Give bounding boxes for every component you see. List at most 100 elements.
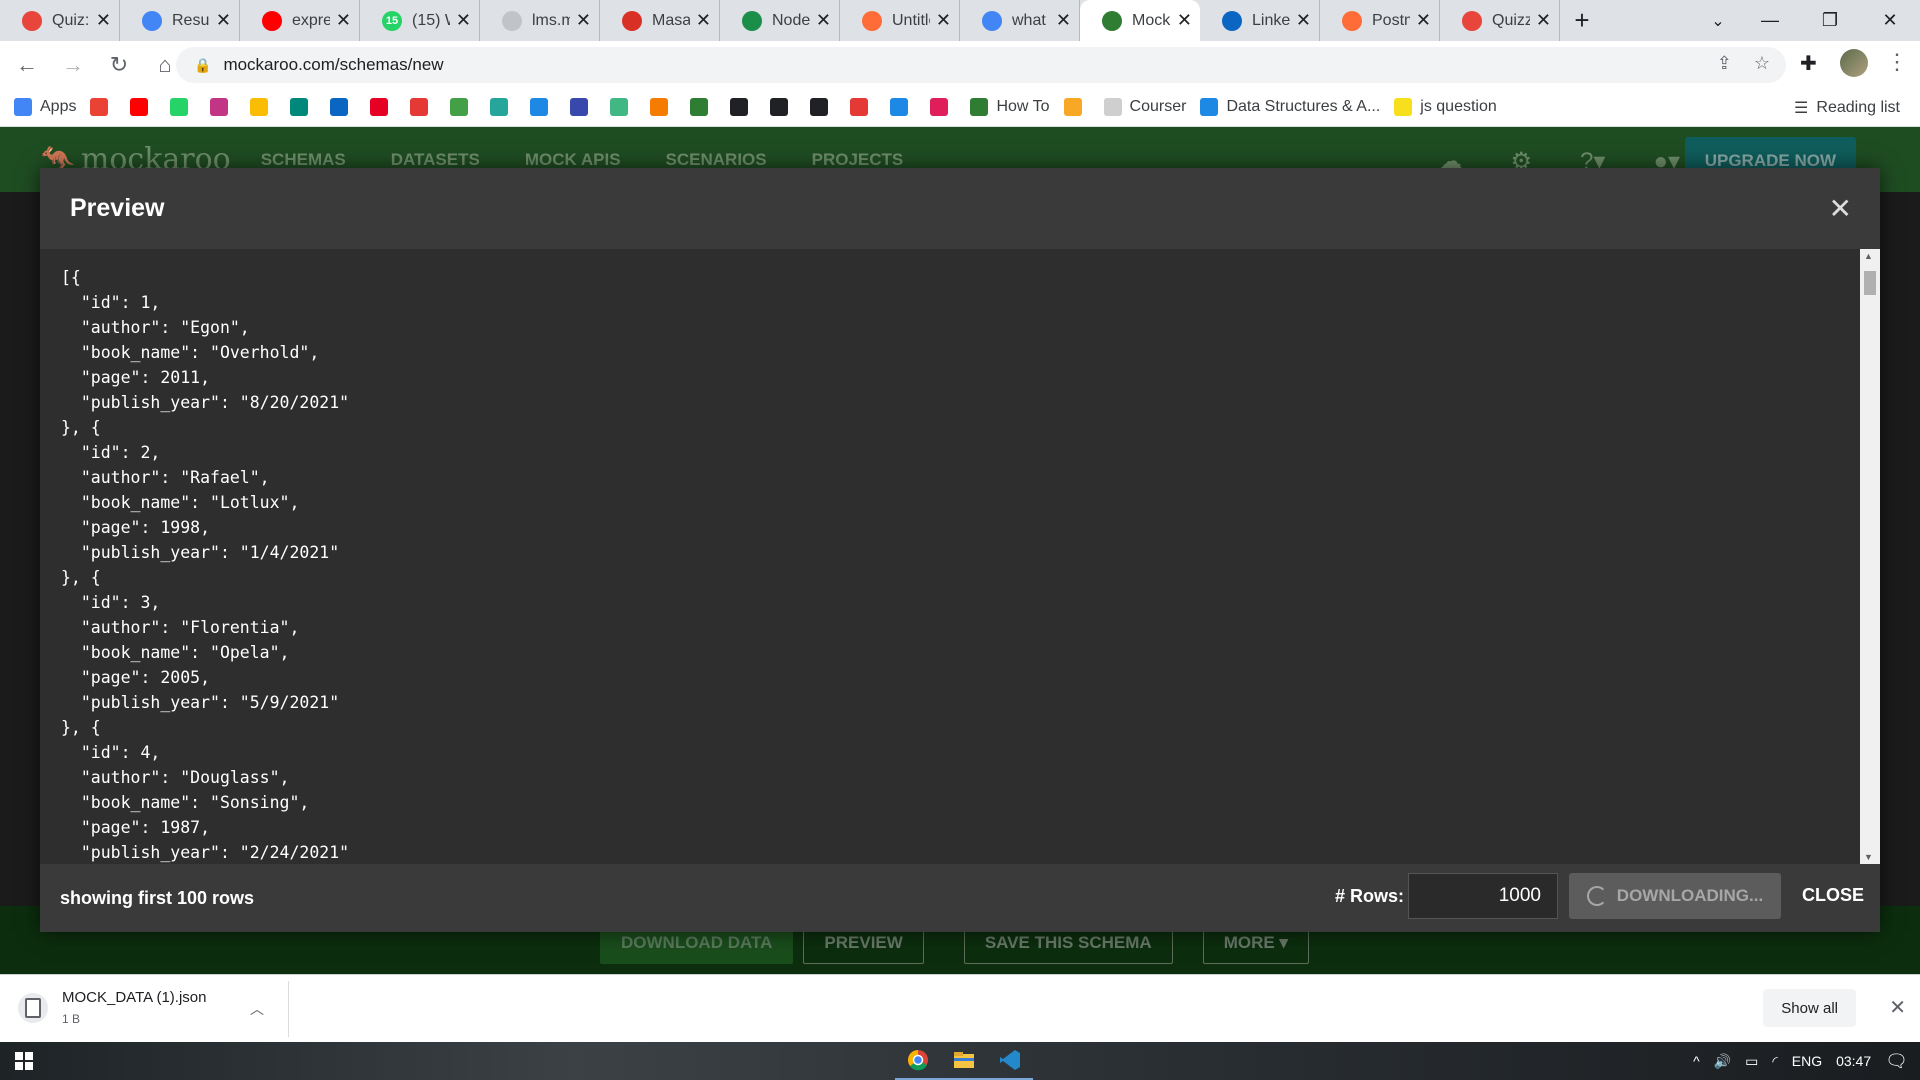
tab-close-icon[interactable]: ✕	[1416, 10, 1431, 31]
tab-close-icon[interactable]: ✕	[1536, 10, 1551, 31]
tab-search-icon[interactable]: ⌄	[1690, 0, 1746, 41]
file-explorer-icon[interactable]	[941, 1042, 987, 1080]
tray-chevron-icon[interactable]: ^	[1693, 1053, 1700, 1069]
chrome-icon[interactable]	[895, 1042, 941, 1080]
close-icon[interactable]: ✕	[1829, 192, 1852, 225]
wifi-icon[interactable]: ◜	[1772, 1053, 1777, 1070]
volume-icon[interactable]: 🔊	[1714, 1053, 1731, 1070]
browser-tab[interactable]: Postm ✕	[1320, 0, 1440, 41]
bookmark-item[interactable]	[610, 98, 636, 116]
bookmark-item[interactable]	[690, 98, 716, 116]
back-icon[interactable]: ←	[8, 46, 46, 84]
modal-footer: showing first 100 rows # Rows: DOWNLOADI…	[40, 864, 1880, 932]
bookmark-item[interactable]	[930, 98, 956, 116]
extensions-icon[interactable]: ✚	[1800, 51, 1817, 76]
share-icon[interactable]: ⇪	[1717, 53, 1732, 74]
browser-menu-icon[interactable]: ⋮	[1886, 49, 1908, 75]
bookmark-item[interactable]	[850, 98, 876, 116]
lock-icon[interactable]: 🔒	[194, 57, 211, 74]
browser-tab[interactable]: Resum ✕	[120, 0, 240, 41]
nav-link[interactable]: MOCK APIS	[525, 150, 621, 170]
bookmark-item[interactable]	[210, 98, 236, 116]
bookmark-item[interactable]: js question	[1394, 98, 1497, 116]
bookmark-item[interactable]	[770, 98, 796, 116]
browser-tab[interactable]: lms.m ✕	[480, 0, 600, 41]
restore-button[interactable]: ❐	[1800, 0, 1860, 41]
nav-link[interactable]: SCHEMAS	[261, 150, 346, 170]
preview-area[interactable]: [{ "id": 1, "author": "Egon", "book_name…	[40, 249, 1880, 864]
bookmark-item[interactable]	[650, 98, 676, 116]
browser-tab[interactable]: Masai ✕	[600, 0, 720, 41]
vscode-icon[interactable]	[987, 1042, 1033, 1080]
chevron-up-icon[interactable]: ︿	[250, 999, 264, 1019]
download-item[interactable]: MOCK_DATA (1).json 1 B	[18, 989, 206, 1026]
notifications-icon[interactable]: 🗨	[1885, 1051, 1908, 1072]
browser-tab[interactable]: 15 (15) W ✕	[360, 0, 480, 41]
show-all-button[interactable]: Show all	[1763, 989, 1856, 1027]
scroll-down-arrow-icon[interactable]: ▼	[1864, 852, 1873, 862]
rows-input[interactable]	[1408, 873, 1558, 919]
bookmark-item[interactable]	[570, 98, 596, 116]
tab-close-icon[interactable]: ✕	[216, 10, 231, 31]
language-indicator[interactable]: ENG	[1792, 1053, 1822, 1069]
tab-close-icon[interactable]: ✕	[96, 10, 111, 31]
browser-tab[interactable]: Untitle ✕	[840, 0, 960, 41]
nav-link[interactable]: PROJECTS	[812, 150, 904, 170]
browser-tab[interactable]: Quiz: I ✕	[0, 0, 120, 41]
tab-close-icon[interactable]: ✕	[576, 10, 591, 31]
shelf-close-icon[interactable]: ✕	[1889, 995, 1906, 1020]
bookmark-item[interactable]	[250, 98, 276, 116]
address-bar[interactable]: 🔒 mockaroo.com/schemas/new ⇪ ☆	[176, 47, 1786, 83]
browser-tab[interactable]: Linked ✕	[1200, 0, 1320, 41]
bookmark-star-icon[interactable]: ☆	[1754, 53, 1770, 74]
bookmark-item[interactable]	[410, 98, 436, 116]
nav-link[interactable]: DATASETS	[391, 150, 480, 170]
tab-close-icon[interactable]: ✕	[816, 10, 831, 31]
bookmark-item[interactable]	[730, 98, 756, 116]
close-button[interactable]: CLOSE	[1802, 885, 1864, 906]
browser-tab[interactable]: Quizz ✕	[1440, 0, 1560, 41]
bookmark-item[interactable]: Data Structures & A...	[1200, 98, 1380, 116]
tab-close-icon[interactable]: ✕	[1296, 10, 1311, 31]
bookmark-item[interactable]	[1063, 98, 1090, 116]
tab-close-icon[interactable]: ✕	[696, 10, 711, 31]
bookmark-item[interactable]	[290, 98, 316, 116]
bookmark-item[interactable]	[170, 98, 196, 116]
new-tab-button[interactable]: +	[1560, 0, 1604, 41]
window-close-button[interactable]: ✕	[1860, 0, 1920, 41]
bookmark-item[interactable]	[330, 98, 356, 116]
browser-tab[interactable]: expres ✕	[240, 0, 360, 41]
scrollbar-thumb[interactable]	[1864, 271, 1876, 295]
scroll-up-arrow-icon[interactable]: ▲	[1864, 251, 1873, 261]
browser-tab[interactable]: what i ✕	[960, 0, 1080, 41]
bookmark-item[interactable]: Courser	[1103, 98, 1186, 116]
bookmark-item[interactable]: How To	[970, 98, 1050, 116]
bookmark-item[interactable]	[810, 98, 836, 116]
minimize-button[interactable]: —	[1740, 0, 1800, 41]
bookmark-item[interactable]: Apps	[14, 98, 76, 116]
url-text[interactable]: mockaroo.com/schemas/new	[223, 55, 443, 75]
tab-close-icon[interactable]: ✕	[336, 10, 351, 31]
forward-icon[interactable]: →	[54, 46, 92, 84]
nav-link[interactable]: SCENARIOS	[666, 150, 767, 170]
bookmark-item[interactable]	[90, 98, 116, 116]
windows-start-icon[interactable]	[0, 1042, 48, 1080]
reading-list[interactable]: ☰ Reading list	[1794, 98, 1900, 118]
tab-close-icon[interactable]: ✕	[1177, 10, 1192, 31]
battery-icon[interactable]: ▭	[1745, 1053, 1758, 1070]
bookmark-item[interactable]	[530, 98, 556, 116]
reload-icon[interactable]: ↻	[100, 46, 138, 84]
tab-close-icon[interactable]: ✕	[1056, 10, 1071, 31]
bookmark-item[interactable]	[130, 98, 156, 116]
bookmark-item[interactable]	[890, 98, 916, 116]
preview-scrollbar[interactable]: ▲ ▼	[1860, 249, 1880, 864]
clock[interactable]: 03:47	[1836, 1053, 1871, 1069]
bookmark-item[interactable]	[450, 98, 476, 116]
bookmark-item[interactable]	[490, 98, 516, 116]
bookmark-item[interactable]	[370, 98, 396, 116]
browser-tab[interactable]: Node. ✕	[720, 0, 840, 41]
tab-close-icon[interactable]: ✕	[936, 10, 951, 31]
tab-close-icon[interactable]: ✕	[456, 10, 471, 31]
browser-tab[interactable]: Mocka ✕	[1080, 0, 1200, 41]
profile-avatar[interactable]	[1840, 49, 1868, 77]
